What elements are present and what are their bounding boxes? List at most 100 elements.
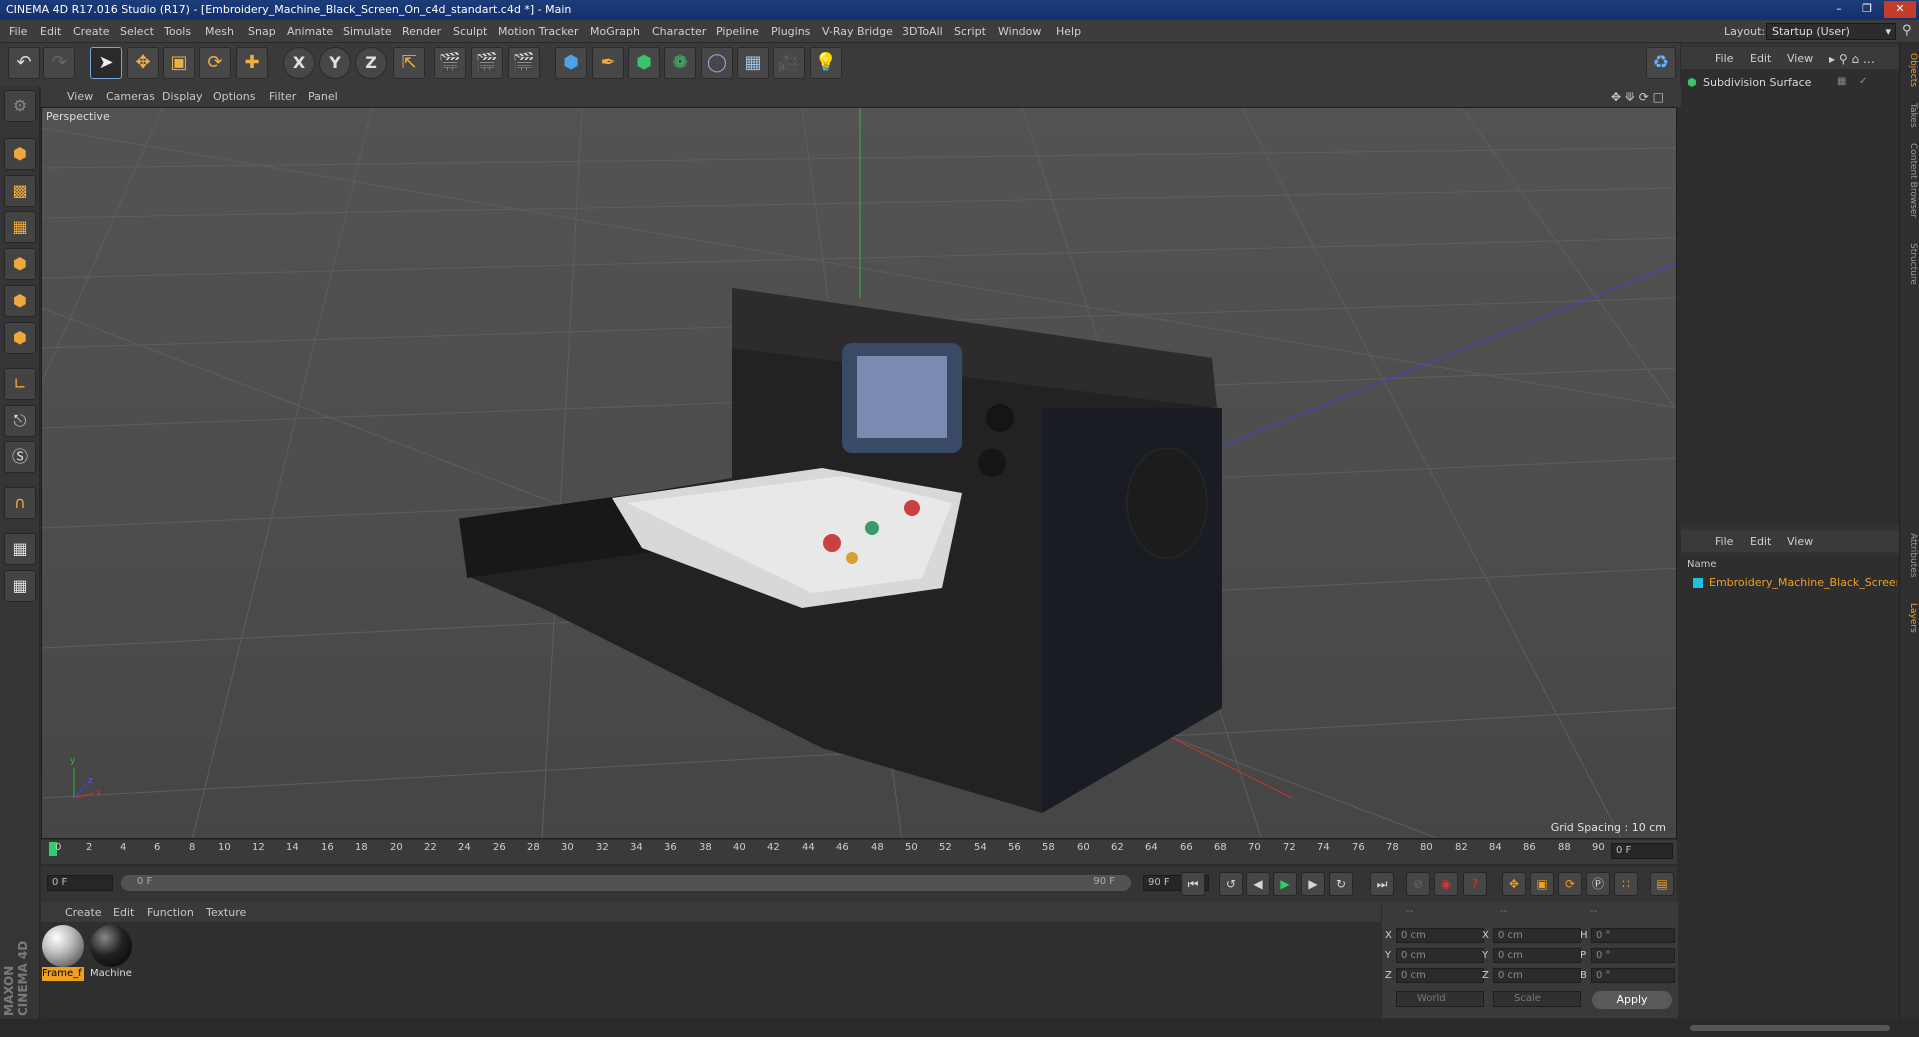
add-subdivision-button[interactable]: ⬢ [628, 47, 660, 79]
checkmark-icon[interactable]: ✓ [1859, 76, 1867, 87]
menu-file[interactable]: File [9, 25, 27, 38]
add-floor-button[interactable]: ▦ [737, 47, 769, 79]
scale-button[interactable]: ▣ [163, 47, 195, 79]
coordinate-system-button[interactable]: ⇱ [393, 47, 425, 79]
layer-menu-view[interactable]: View [1787, 535, 1813, 548]
menu-animate[interactable]: Animate [287, 25, 333, 38]
tab-objects[interactable]: Objects [1902, 53, 1918, 87]
minimize-button[interactable]: – [1826, 1, 1852, 18]
rotation-p-field[interactable]: 0 ° [1591, 948, 1675, 963]
key-position-button[interactable]: ✥ [1502, 872, 1526, 896]
points-mode-button[interactable]: ⬢ [4, 248, 36, 280]
menu-plugins[interactable]: Plugins [771, 25, 810, 38]
make-editable-button[interactable]: ⚙ [4, 90, 36, 122]
size-y-field[interactable]: 0 cm [1493, 948, 1581, 963]
menu-snap[interactable]: Snap [248, 25, 276, 38]
menu-window[interactable]: Window [998, 25, 1041, 38]
close-button[interactable]: ✕ [1884, 1, 1916, 18]
redo-button[interactable]: ↷ [43, 47, 75, 79]
object-menu-edit[interactable]: Edit [1750, 52, 1771, 65]
menu-3dtoall[interactable]: 3DToAll [902, 25, 943, 38]
position-x-field[interactable]: 0 cm [1396, 928, 1484, 943]
tab-structure[interactable]: Structure [1902, 243, 1918, 285]
render-view-button[interactable]: 🎬 [434, 47, 466, 79]
viewport-nav-icon[interactable]: ✥ ⟱ ⟳ □ [1611, 90, 1664, 104]
model-mode-button[interactable]: ⬢ [4, 138, 36, 170]
layer-menu-file[interactable]: File [1715, 535, 1733, 548]
axis-mode-button[interactable]: ∟ [4, 368, 36, 400]
render-settings-button[interactable]: 🎬 [508, 47, 540, 79]
coordinate-space-dropdown[interactable]: World [1396, 991, 1484, 1007]
move-button[interactable]: ✥ [127, 47, 159, 79]
menu-create[interactable]: Create [73, 25, 110, 38]
menu-character[interactable]: Character [652, 25, 706, 38]
object-row-subdivision-surface[interactable]: ⬢ Subdivision Surface ▦ ✓ [1687, 75, 1897, 91]
restore-button[interactable]: ❐ [1854, 1, 1880, 18]
locked-workplane-button[interactable]: ▦ [4, 533, 36, 565]
live-select-button[interactable]: ➤ [90, 47, 122, 79]
tab-takes[interactable]: Takes [1902, 103, 1918, 128]
current-frame-field[interactable]: 0 F [1611, 843, 1673, 859]
tab-content-browser[interactable]: Content Browser [1902, 143, 1918, 218]
material-menu-edit[interactable]: Edit [113, 906, 134, 919]
timeline-window-button[interactable]: ▤ [1650, 872, 1674, 896]
viewport-menu-panel[interactable]: Panel [308, 90, 338, 103]
add-cube-button[interactable]: ⬢ [555, 47, 587, 79]
add-light-button[interactable]: 💡 [810, 47, 842, 79]
viewport-perspective[interactable]: y x z Perspective Grid Spacing : 10 cm [41, 107, 1677, 839]
key-rotation-button[interactable]: ⟳ [1558, 872, 1582, 896]
tab-attributes[interactable]: Attributes [1902, 533, 1918, 577]
add-deformer-button[interactable]: ◯ [701, 47, 733, 79]
tab-layers[interactable]: Layers [1902, 603, 1918, 633]
polygons-mode-button[interactable]: ⬢ [4, 322, 36, 354]
material-frame[interactable]: Frame_f [42, 925, 84, 981]
search-icon[interactable]: ⚲ [1902, 23, 1912, 38]
x-axis-button[interactable]: X [283, 47, 315, 79]
texture-mode-button[interactable]: ▩ [4, 175, 36, 207]
menu-sculpt[interactable]: Sculpt [453, 25, 487, 38]
object-menu-view[interactable]: View [1787, 52, 1813, 65]
keyframe-selection-button[interactable]: ? [1463, 872, 1487, 896]
render-picture-viewer-button[interactable]: 🎬 [471, 47, 503, 79]
menu-tools[interactable]: Tools [164, 25, 191, 38]
previous-key-button[interactable]: ↺ [1219, 872, 1243, 896]
y-axis-button[interactable]: Y [319, 47, 351, 79]
size-mode-dropdown[interactable]: Scale [1493, 991, 1581, 1007]
range-slider[interactable]: 0 F 90 F [121, 875, 1131, 891]
rotation-b-field[interactable]: 0 ° [1591, 968, 1675, 983]
record-keys-button[interactable]: ⊘ [1406, 872, 1430, 896]
workplane-mode-button[interactable]: ▦ [4, 211, 36, 243]
menu-motion-tracker[interactable]: Motion Tracker [498, 25, 578, 38]
menu-select[interactable]: Select [120, 25, 154, 38]
add-camera-button[interactable]: 🎥 [773, 47, 805, 79]
key-pla-button[interactable]: ∷ [1614, 872, 1638, 896]
goto-start-button[interactable]: ⏮ [1181, 872, 1205, 896]
layer-menu-edit[interactable]: Edit [1750, 535, 1771, 548]
python-button[interactable]: ♻ [1646, 47, 1676, 79]
viewport-menu-filter[interactable]: Filter [269, 90, 296, 103]
goto-end-button[interactable]: ⏭ [1370, 872, 1394, 896]
add-pen-button[interactable]: ✒ [592, 47, 624, 79]
next-frame-button[interactable]: ▶ [1301, 872, 1325, 896]
material-menu-texture[interactable]: Texture [206, 906, 246, 919]
menu-edit[interactable]: Edit [40, 25, 61, 38]
transform-button[interactable]: ✚ [236, 47, 268, 79]
menu-script[interactable]: Script [954, 25, 986, 38]
magnet-button[interactable]: ∩ [4, 487, 36, 519]
timeline-ruler[interactable]: 0 2 4 6 8 10 12 14 16 18 20 22 24 26 28 … [41, 840, 1677, 864]
size-x-field[interactable]: 0 cm [1493, 928, 1581, 943]
size-z-field[interactable]: 0 cm [1493, 968, 1581, 983]
tweak-mode-button[interactable]: ⎋ [4, 405, 36, 437]
start-frame-field[interactable]: 0 F [47, 875, 113, 891]
menu-simulate[interactable]: Simulate [343, 25, 392, 38]
object-manager-tools-icon[interactable]: ▸ ⚲ ⌂ … [1829, 52, 1875, 66]
object-menu-file[interactable]: File [1715, 52, 1733, 65]
apply-button[interactable]: Apply [1592, 991, 1672, 1009]
undo-button[interactable]: ↶ [8, 47, 40, 79]
menu-vray-bridge[interactable]: V-Ray Bridge [822, 25, 893, 38]
snap-button[interactable]: Ⓢ [4, 441, 36, 473]
next-key-button[interactable]: ↻ [1329, 872, 1353, 896]
position-z-field[interactable]: 0 cm [1396, 968, 1484, 983]
viewport-menu-display[interactable]: Display [162, 90, 203, 103]
position-y-field[interactable]: 0 cm [1396, 948, 1484, 963]
